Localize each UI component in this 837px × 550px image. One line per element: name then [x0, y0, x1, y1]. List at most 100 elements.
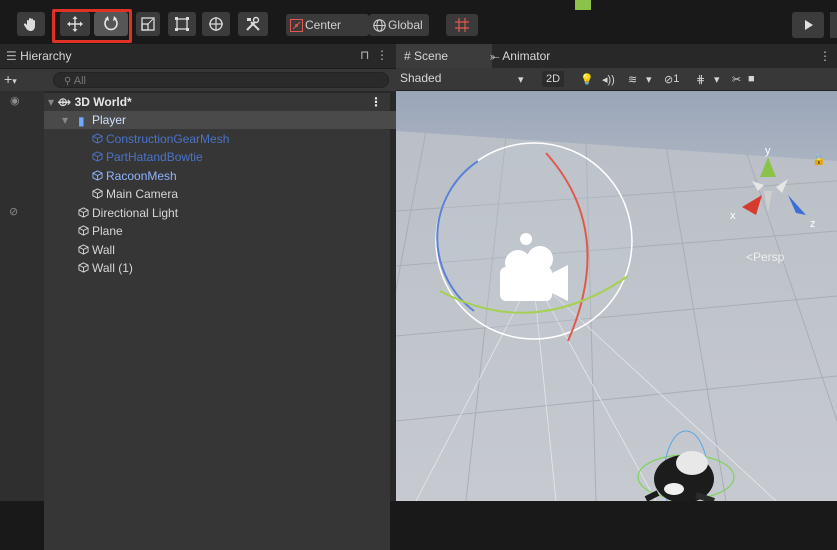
tab-animator[interactable]: ⤜ Animator — [482, 44, 558, 68]
hierarchy-item[interactable]: Main Camera — [44, 185, 178, 203]
hierarchy-item-label: ConstructionGearMesh — [106, 131, 230, 146]
gameobject-icon — [92, 186, 103, 199]
gameobject-icon — [78, 223, 89, 236]
gizmo-lock-icon[interactable]: 🔒 — [812, 153, 826, 166]
lighting-toggle-icon[interactable]: 💡 — [580, 71, 594, 87]
pause-button-edge[interactable] — [830, 12, 837, 38]
hierarchy-item-label: Plane — [92, 224, 123, 238]
pivot-center-button[interactable]: Center — [286, 14, 369, 36]
hierarchy-title: Hierarchy — [20, 49, 72, 63]
hierarchy-panel: ☰ Hierarchy ⊓ ⋮ +▾ ⚲ All ◉ ⊘ ▾ ⟴ 3D Worl… — [0, 44, 424, 550]
custom-tool-button[interactable] — [238, 12, 268, 36]
transform-icon — [209, 17, 223, 31]
scene-visibility-icon[interactable]: ◉ — [10, 94, 20, 107]
scene-grid-icon: # — [404, 49, 411, 63]
search-icon: ⚲ — [64, 76, 72, 87]
global-local-button[interactable]: Global — [369, 14, 429, 36]
hand-tool-button[interactable] — [17, 12, 45, 36]
grid-toggle-icon[interactable]: ⋕ — [696, 71, 705, 87]
global-label: Global — [388, 18, 423, 32]
hierarchy-item[interactable]: Directional Light — [44, 204, 178, 222]
gameobject-icon — [78, 205, 89, 218]
hidden-objects-icon[interactable]: ⊘ 1 — [664, 71, 679, 87]
camera-settings-icon[interactable]: ■ — [748, 71, 755, 87]
hand-icon — [23, 18, 35, 31]
scene-name: 3D World* — [74, 95, 132, 109]
tab-animator-label: Animator — [502, 49, 551, 63]
lock-icon[interactable]: ⊓ — [360, 48, 369, 62]
search-placeholder: All — [73, 75, 87, 87]
hierarchy-search-row: +▾ ⚲ All — [0, 69, 396, 91]
tools-icon — [246, 16, 260, 31]
hierarchy-item-label: Wall — [92, 242, 115, 257]
grid-snap-icon — [455, 18, 469, 32]
play-icon — [805, 20, 813, 30]
rect-tool-button[interactable] — [168, 12, 196, 36]
main-toolbar: Center Global — [0, 0, 837, 44]
hierarchy-item-label: PartHatandBowtie — [106, 150, 203, 164]
hierarchy-search-input[interactable]: ⚲ All — [53, 72, 389, 88]
audio-toggle-icon[interactable]: ◂)) — [602, 71, 615, 87]
scene-more-icon[interactable]: ⋮ — [819, 49, 831, 63]
gizmo-y-label: y — [765, 145, 771, 157]
hierarchy-item-label: Wall (1) — [92, 261, 133, 275]
hidden-count: 1 — [673, 73, 680, 85]
globe-icon — [372, 18, 386, 32]
scene-canvas[interactable]: y x z 🔒 <Persp — [396, 91, 837, 501]
gameobject-icon — [92, 168, 103, 181]
hierarchy-item[interactable]: PartHatandBowtie — [44, 148, 203, 166]
gameobject-icon — [92, 149, 103, 162]
toolbar-accent — [575, 0, 591, 10]
scene-panel: # Scene ⤜ Animator ⋮ Shaded ▾ 2D 💡 ◂)) ≋… — [396, 44, 837, 501]
grid-dropdown-arrow[interactable]: ▾ — [714, 71, 720, 87]
gameobject-icon — [78, 260, 89, 273]
scene-viewport[interactable]: y x z 🔒 <Persp — [396, 91, 837, 501]
hierarchy-item-label: Main Camera — [106, 187, 179, 201]
hierarchy-item[interactable]: Plane — [44, 222, 123, 240]
hierarchy-item[interactable]: ConstructionGearMesh — [44, 130, 229, 148]
effects-toggle-icon[interactable]: ≋ — [628, 71, 637, 87]
hierarchy-item[interactable]: Wall (1) — [44, 259, 133, 277]
toggle-2d-button[interactable]: 2D — [542, 71, 565, 87]
hierarchy-tab[interactable]: ☰ Hierarchy ⊓ ⋮ — [0, 44, 396, 69]
effects-dropdown-arrow[interactable]: ▾ — [646, 71, 652, 87]
pivot-icon — [289, 18, 303, 32]
gizmo-x-label: x — [730, 210, 736, 222]
visibility-gutter: ◉ ⊘ — [0, 91, 44, 501]
hierarchy-item[interactable]: RacoonMesh — [44, 167, 177, 185]
hierarchy-item-label: Player — [92, 113, 127, 127]
tab-scene[interactable]: # Scene — [396, 44, 492, 68]
scene-menu-icon[interactable]: ⋮ — [370, 93, 382, 111]
tool-selection-highlight — [52, 9, 132, 43]
hierarchy-item[interactable]: ▾ ▮ Player — [44, 111, 424, 129]
transform-tool-button[interactable] — [202, 12, 230, 36]
perspective-label[interactable]: <Persp — [746, 250, 785, 264]
hidden-eye-icon[interactable]: ⊘ — [9, 205, 18, 218]
shading-dropdown-arrow[interactable]: ▾ — [518, 71, 524, 87]
scene-tab-bar: # Scene ⤜ Animator ⋮ — [396, 44, 837, 68]
hierarchy-item[interactable]: Wall — [44, 241, 115, 259]
shading-mode-dropdown[interactable]: Shaded — [400, 71, 441, 85]
gameobject-icon — [92, 131, 103, 144]
play-button[interactable] — [792, 12, 824, 38]
gizmo-z-label: z — [810, 218, 816, 230]
scale-icon — [141, 17, 155, 31]
create-add-button[interactable]: +▾ — [4, 71, 17, 87]
tab-scene-label: Scene — [414, 49, 449, 63]
snap-grid-button[interactable] — [446, 14, 478, 36]
gameobject-icon — [78, 242, 89, 255]
hierarchy-item-label: RacoonMesh — [106, 168, 177, 183]
rotate-gizmo[interactable] — [435, 142, 633, 342]
expand-arrow-icon[interactable]: ▾ — [62, 111, 68, 129]
scene-options-bar: Shaded ▾ 2D 💡 ◂)) ≋ ▾ ⊘ 1 ⋕ ▾ ✂ ■ — [396, 68, 837, 91]
center-label: Center — [305, 18, 342, 32]
more-menu-icon[interactable]: ⋮ — [376, 48, 388, 62]
scale-tool-button[interactable] — [136, 12, 160, 36]
tools-overlay-icon[interactable]: ✂ — [732, 71, 741, 87]
expand-arrow-icon[interactable]: ▾ — [48, 95, 54, 109]
unity-scene-icon: ⟴ — [57, 95, 72, 109]
animator-icon: ⤜ — [490, 49, 500, 63]
prefab-icon: ▮ — [78, 114, 85, 128]
rect-transform-icon — [175, 17, 189, 31]
hierarchy-item-label: Directional Light — [92, 205, 179, 220]
